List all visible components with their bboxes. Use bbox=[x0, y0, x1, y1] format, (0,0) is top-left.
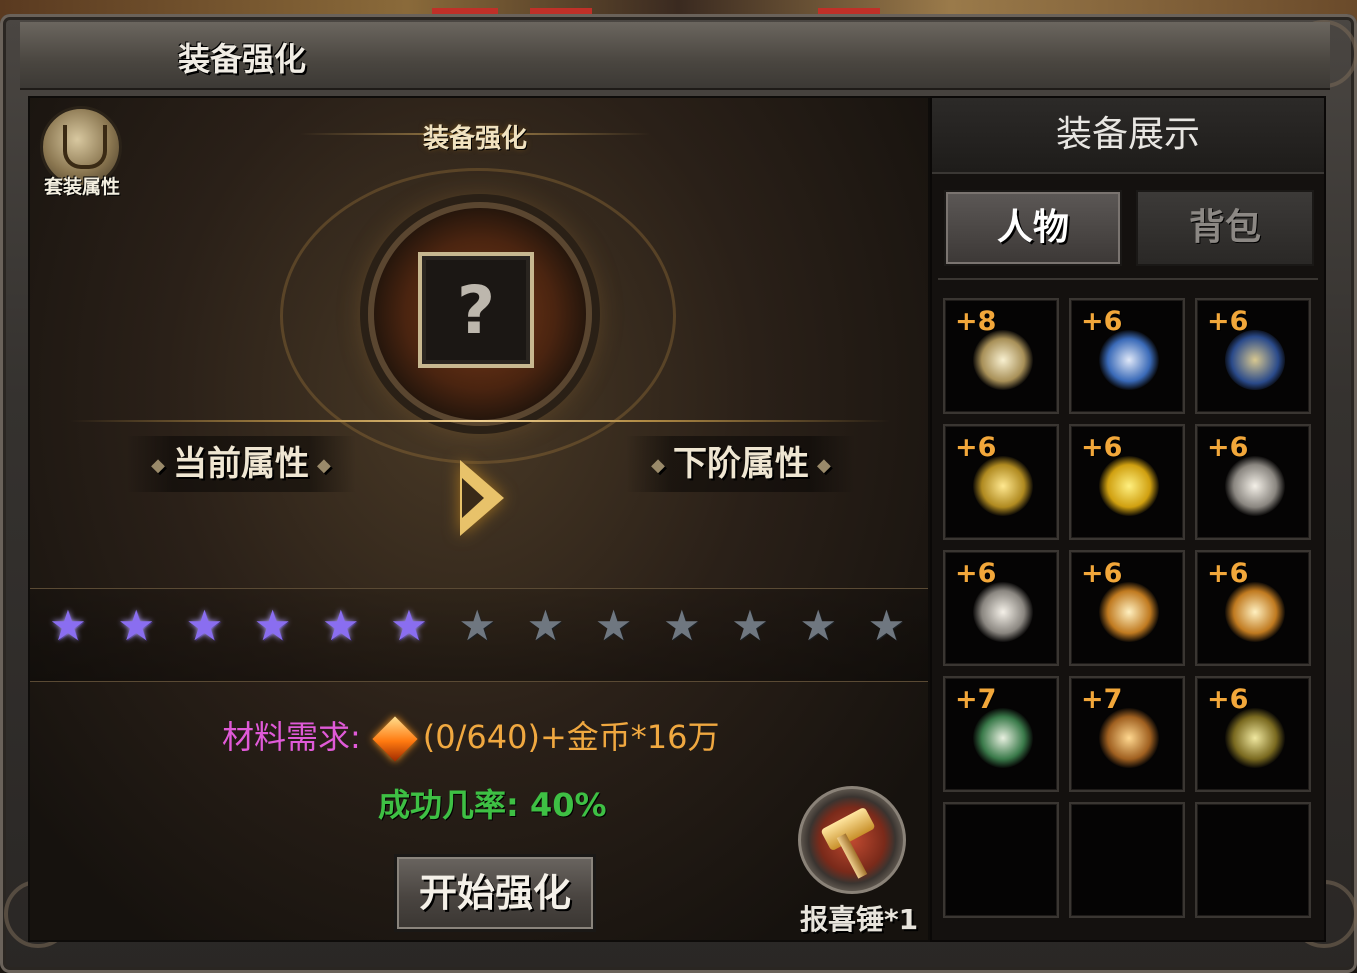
bracelet-icon bbox=[973, 582, 1033, 642]
gem-icon bbox=[1225, 708, 1285, 768]
star-lit-icon: ★ bbox=[253, 601, 292, 650]
window-title: 装备强化 bbox=[178, 40, 307, 78]
necklace-icon bbox=[973, 456, 1033, 516]
equipment-slot[interactable]: +6 bbox=[1069, 550, 1185, 666]
star-unlit-icon: ★ bbox=[594, 601, 633, 650]
enhance-level: +6 bbox=[1081, 558, 1123, 589]
start-enhance-button[interactable]: 开始强化 bbox=[394, 854, 596, 932]
set-attributes-label: 套装属性 bbox=[43, 176, 120, 198]
armor-icon bbox=[1099, 330, 1159, 390]
enhance-level: +6 bbox=[1207, 558, 1249, 589]
hammer-count: 报喜锤*1 bbox=[800, 903, 919, 936]
section-title: 装备强化 bbox=[422, 124, 527, 154]
current-attributes-label: ◆ 当前属性 ◆ bbox=[126, 436, 356, 492]
divider bbox=[938, 278, 1318, 280]
sword-icon bbox=[973, 330, 1033, 390]
equipment-slot[interactable]: ? bbox=[418, 252, 534, 368]
enhance-level: +6 bbox=[1081, 306, 1123, 337]
equipment-slot[interactable] bbox=[1195, 802, 1311, 918]
enhance-panel: 套装属性 装备强化 ? ◆ 当前属性 ◆ ◆ 下阶属性 ◆ ★ ★ ★ ★ ★ ★ ★ ★ ★ ★ ★ ★ ★ … bbox=[28, 96, 930, 942]
equipment-slot[interactable]: +8 bbox=[943, 298, 1059, 414]
enhance-level: +6 bbox=[955, 558, 997, 589]
next-attributes-text: 下阶属性 bbox=[673, 444, 809, 484]
equipment-slot[interactable]: +6 bbox=[943, 424, 1059, 540]
star-unlit-icon: ★ bbox=[526, 601, 565, 650]
equipment-display-title: 装备展示 bbox=[932, 98, 1324, 174]
bracelet-icon bbox=[1225, 456, 1285, 516]
helmet-icon bbox=[1225, 330, 1285, 390]
equipment-slot[interactable]: +7 bbox=[943, 676, 1059, 792]
enhance-level: +7 bbox=[955, 684, 997, 715]
equipment-slot[interactable]: +6 bbox=[1069, 298, 1185, 414]
equipment-slot[interactable] bbox=[943, 802, 1059, 918]
arrow-inner bbox=[462, 478, 484, 518]
enhance-level: +8 bbox=[955, 306, 997, 337]
hammer-icon[interactable] bbox=[798, 786, 906, 894]
material-requirement: 材料需求: (0/640)+金币*16万 bbox=[222, 714, 720, 762]
equipment-slot[interactable] bbox=[1069, 802, 1185, 918]
equipment-slot[interactable]: +6 bbox=[1195, 424, 1311, 540]
tab-bag[interactable]: 背包 bbox=[1136, 190, 1314, 266]
material-value: (0/640)+金币*16万 bbox=[422, 718, 720, 756]
equipment-display-panel: 装备展示 人物 背包 +8 +6 +6 +6 +6 +6 +6 +6 +6 +7 +7 +6 bbox=[930, 96, 1326, 942]
equipment-slot[interactable]: +6 bbox=[1195, 298, 1311, 414]
enhance-level: +7 bbox=[1081, 684, 1123, 715]
dragon-amulet-icon bbox=[1099, 456, 1159, 516]
material-label: 材料需求: bbox=[222, 718, 361, 756]
equipment-slot[interactable]: +6 bbox=[943, 550, 1059, 666]
ring-icon bbox=[1099, 582, 1159, 642]
star-unlit-icon: ★ bbox=[458, 601, 497, 650]
equipment-slot[interactable]: +6 bbox=[1195, 676, 1311, 792]
belt-icon bbox=[973, 708, 1033, 768]
enhance-level: +6 bbox=[1207, 306, 1249, 337]
next-attributes-label: ◆ 下阶属性 ◆ bbox=[626, 436, 856, 492]
star-unlit-icon: ★ bbox=[662, 601, 701, 650]
star-lit-icon: ★ bbox=[185, 601, 224, 650]
star-lit-icon: ★ bbox=[117, 601, 156, 650]
equipment-slot[interactable]: +6 bbox=[1069, 424, 1185, 540]
star-lit-icon: ★ bbox=[390, 601, 428, 650]
divider bbox=[70, 420, 890, 422]
ring-icon bbox=[1225, 582, 1285, 642]
success-rate: 成功几率: 40% bbox=[378, 786, 607, 824]
fire-gem-icon[interactable] bbox=[372, 716, 418, 762]
equipment-slot[interactable]: +7 bbox=[1069, 676, 1185, 792]
star-lit-icon: ★ bbox=[49, 601, 87, 650]
star-unlit-icon: ★ bbox=[731, 601, 769, 650]
star-unlit-icon: ★ bbox=[867, 601, 906, 650]
question-mark-icon: ? bbox=[456, 271, 496, 349]
current-attributes-text: 当前属性 bbox=[173, 444, 309, 484]
enhance-level: +6 bbox=[1081, 432, 1123, 463]
tab-character[interactable]: 人物 bbox=[944, 190, 1122, 266]
enhance-level: +6 bbox=[1207, 432, 1249, 463]
enhance-level: +6 bbox=[1207, 684, 1249, 715]
enhance-level: +6 bbox=[955, 432, 997, 463]
equipment-slot[interactable]: +6 bbox=[1195, 550, 1311, 666]
star-unlit-icon: ★ bbox=[799, 601, 838, 650]
star-lit-icon: ★ bbox=[321, 601, 360, 650]
boots-icon bbox=[1099, 708, 1159, 768]
